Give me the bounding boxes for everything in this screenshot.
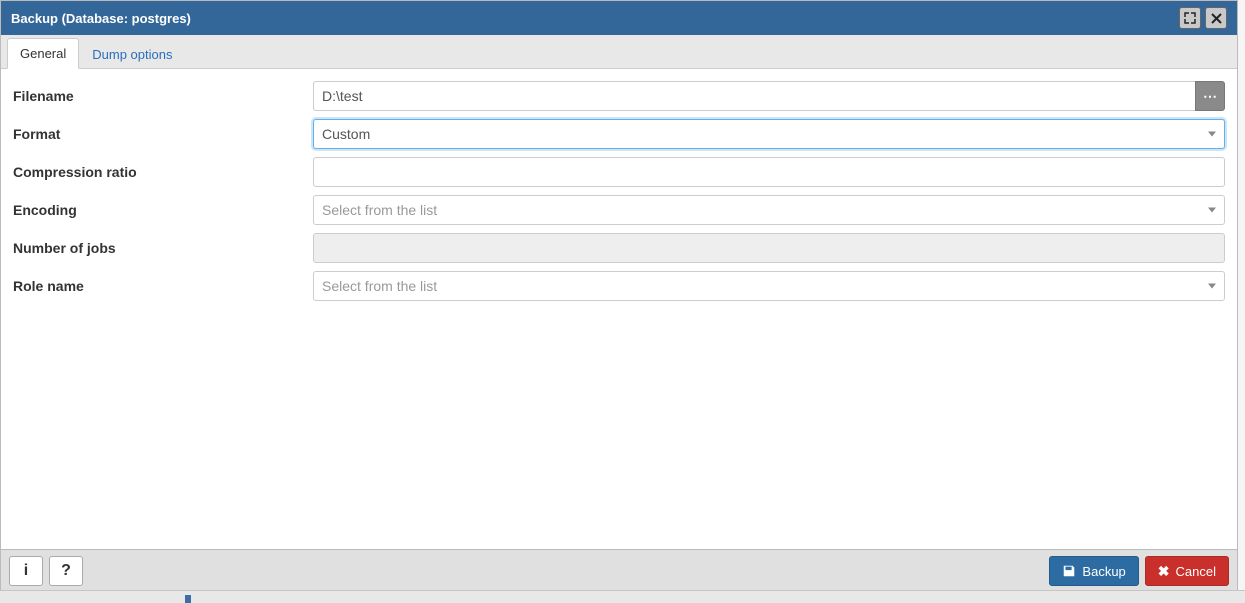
title-bar: Backup (Database: postgres) xyxy=(1,1,1237,35)
maximize-button[interactable] xyxy=(1179,7,1201,29)
chevron-down-icon xyxy=(1208,208,1216,213)
cancel-button-label: Cancel xyxy=(1176,564,1216,579)
help-button[interactable]: ? xyxy=(49,556,83,586)
tab-dump-options[interactable]: Dump options xyxy=(79,39,185,69)
jobs-input xyxy=(313,233,1225,263)
tab-bar: General Dump options xyxy=(1,35,1237,69)
label-filename: Filename xyxy=(13,84,313,108)
format-select[interactable]: Custom xyxy=(313,119,1225,149)
ellipsis-icon: ⋯ xyxy=(1203,88,1217,105)
row-format: Format Custom xyxy=(13,119,1225,149)
role-select[interactable]: Select from the list xyxy=(313,271,1225,301)
label-format: Format xyxy=(13,122,313,146)
filename-input[interactable] xyxy=(313,81,1195,111)
cancel-icon: ✖ xyxy=(1158,563,1170,580)
cancel-button[interactable]: ✖ Cancel xyxy=(1145,556,1229,586)
row-jobs: Number of jobs xyxy=(13,233,1225,263)
label-jobs: Number of jobs xyxy=(13,236,313,260)
info-button[interactable]: i xyxy=(9,556,43,586)
chevron-down-icon xyxy=(1208,132,1216,137)
dialog-title: Backup (Database: postgres) xyxy=(11,11,1175,26)
background-accent xyxy=(185,595,191,603)
help-icon: ? xyxy=(61,562,71,580)
row-compression: Compression ratio xyxy=(13,157,1225,187)
row-role: Role name Select from the list xyxy=(13,271,1225,301)
label-role: Role name xyxy=(13,274,313,298)
row-encoding: Encoding Select from the list xyxy=(13,195,1225,225)
encoding-placeholder: Select from the list xyxy=(322,202,437,218)
browse-button[interactable]: ⋯ xyxy=(1195,81,1225,111)
label-encoding: Encoding xyxy=(13,198,313,222)
tab-general[interactable]: General xyxy=(7,38,79,69)
close-button[interactable] xyxy=(1205,7,1227,29)
row-filename: Filename ⋯ xyxy=(13,81,1225,111)
backup-dialog: Backup (Database: postgres) General Dump… xyxy=(0,0,1238,593)
close-icon xyxy=(1211,13,1222,24)
compression-input[interactable] xyxy=(313,157,1225,187)
dialog-footer: i ? Backup ✖ Cancel xyxy=(1,549,1237,592)
background-strip xyxy=(0,590,1245,603)
role-placeholder: Select from the list xyxy=(322,278,437,294)
label-compression: Compression ratio xyxy=(13,160,313,184)
format-value: Custom xyxy=(322,126,370,142)
chevron-down-icon xyxy=(1208,284,1216,289)
form-panel: Filename ⋯ Format Custom Compression rat… xyxy=(1,69,1237,549)
maximize-icon xyxy=(1184,12,1196,24)
backup-button[interactable]: Backup xyxy=(1049,556,1138,586)
encoding-select[interactable]: Select from the list xyxy=(313,195,1225,225)
info-icon: i xyxy=(24,562,28,580)
backup-button-label: Backup xyxy=(1082,564,1125,579)
save-icon xyxy=(1062,564,1076,578)
